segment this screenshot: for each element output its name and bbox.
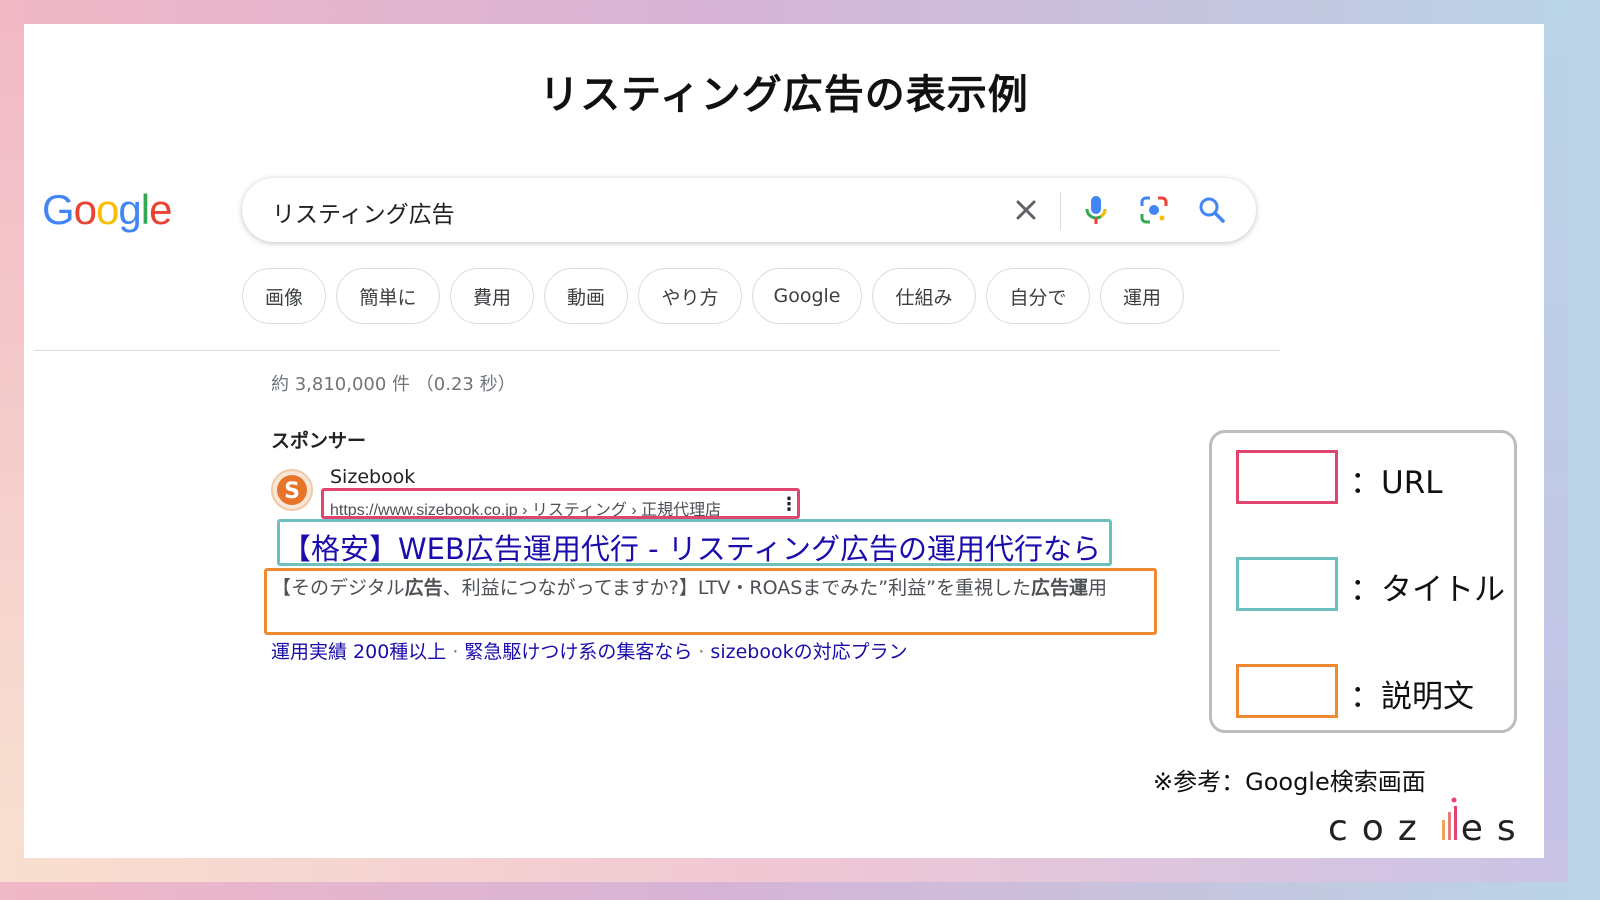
search-divider <box>1060 192 1061 230</box>
chip-by-yourself[interactable]: 自分で <box>986 268 1090 324</box>
reference-note: ※参考：Google検索画面 <box>1153 768 1426 796</box>
chip-video[interactable]: 動画 <box>544 268 628 324</box>
google-logo-letter: e <box>149 186 172 233</box>
results-divider <box>34 350 1280 351</box>
google-logo-letter: o <box>73 186 97 233</box>
url-highlight-box <box>321 488 800 519</box>
chip-operation[interactable]: 運用 <box>1100 268 1184 324</box>
search-bar[interactable]: リスティング広告 <box>242 178 1256 242</box>
cozies-logo: coz es <box>1328 808 1530 849</box>
search-input[interactable]: リスティング広告 <box>272 195 455 229</box>
sitelink-separator: · <box>452 641 459 663</box>
google-logo-letter: l <box>140 186 150 233</box>
chip-easy[interactable]: 簡単に <box>336 268 440 324</box>
chip-google[interactable]: Google <box>752 268 862 324</box>
sitelink-3[interactable]: sizebookの対応プラン <box>710 641 907 663</box>
google-logo-letter: G <box>42 186 75 233</box>
legend-label-description: ：説明文 <box>1350 679 1474 715</box>
microphone-icon[interactable] <box>1078 192 1114 228</box>
chip-howto[interactable]: やり方 <box>638 268 742 324</box>
google-logo[interactable]: Google <box>42 186 172 234</box>
background-gradient-right <box>1544 0 1568 882</box>
legend-swatch-title <box>1236 557 1338 611</box>
title-highlight-box <box>277 519 1112 566</box>
sponsored-label: スポンサー <box>271 430 367 452</box>
chip-images[interactable]: 画像 <box>242 268 326 324</box>
google-logo-letter: o <box>96 186 119 233</box>
clear-icon[interactable] <box>1008 192 1044 228</box>
results-stats: 約 3,810,000 件 （0.23 秒） <box>271 374 516 395</box>
sitelink-2[interactable]: 緊急駆けつけ系の集客なら <box>464 641 692 663</box>
legend-label-title: ：タイトル <box>1350 572 1505 608</box>
google-logo-letter: g <box>118 186 141 233</box>
legend-label-url: ：URL <box>1350 465 1443 501</box>
sitelink-separator: · <box>698 641 705 663</box>
chip-mechanism[interactable]: 仕組み <box>872 268 976 324</box>
search-icon[interactable] <box>1194 192 1230 228</box>
legend-swatch-description <box>1236 664 1338 718</box>
ad-site-name[interactable]: Sizebook <box>330 466 415 488</box>
favicon-letter: S <box>284 479 300 504</box>
sitelink-1[interactable]: 運用実績 200種以上 <box>271 641 446 663</box>
brand-text-right: es <box>1460 808 1530 849</box>
legend-panel: ：URL ：タイトル ：説明文 <box>1209 430 1517 733</box>
slide-title: リスティング広告の表示例 <box>539 72 1029 118</box>
legend-swatch-url <box>1236 450 1338 504</box>
site-favicon[interactable]: S <box>271 469 313 511</box>
background-gradient-left <box>0 0 24 882</box>
brand-text-left: coz <box>1328 808 1431 849</box>
lens-camera-icon[interactable] <box>1136 192 1172 228</box>
description-highlight-box <box>264 568 1157 635</box>
cozies-bars-icon <box>1440 796 1464 842</box>
ad-sitelinks: 運用実績 200種以上 · 緊急駆けつけ系の集客なら · sizebookの対応プラン <box>271 637 908 664</box>
chip-cost[interactable]: 費用 <box>450 268 534 324</box>
